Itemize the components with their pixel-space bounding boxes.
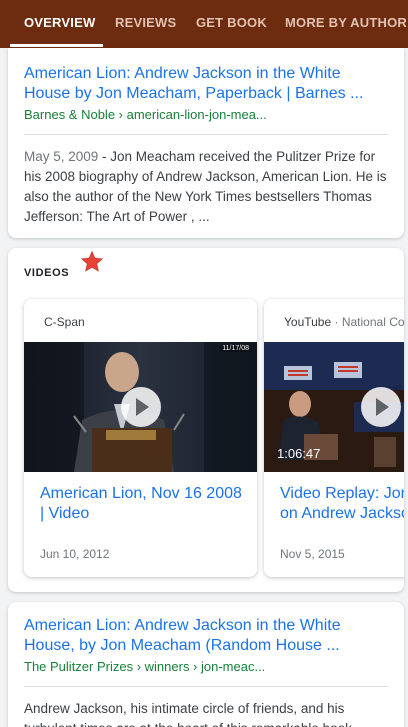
video-date: Jun 10, 2012 (40, 547, 110, 561)
active-tab-indicator (10, 44, 103, 47)
result-url[interactable]: Barnes & Noble › american-lion-jon-mea..… (24, 106, 388, 124)
video-source: YouTube · National Constitution Center (284, 315, 404, 329)
tab-overview[interactable]: OVERVIEW (24, 0, 95, 48)
divider (24, 134, 388, 135)
video-card[interactable]: C-Span 11/17/08 American Lion, Nov 16 20… (24, 299, 257, 577)
search-result-card: American Lion: Andrew Jackson in the Whi… (8, 48, 404, 238)
video-source-channel: National Constitution Center (341, 315, 404, 329)
result-title-link[interactable]: American Lion: Andrew Jackson in the Whi… (24, 64, 388, 104)
play-icon[interactable] (120, 387, 161, 427)
result-title-link[interactable]: American Lion: Andrew Jackson in the Whi… (24, 616, 388, 656)
tab-get-book[interactable]: GET BOOK (196, 0, 267, 48)
video-source-name: YouTube (284, 315, 332, 329)
result-snippet: Andrew Jackson, his intimate circle of f… (24, 701, 352, 727)
video-date: Nov 5, 2015 (280, 547, 345, 561)
star-icon (80, 250, 104, 272)
result-snippet: May 5, 2009 - Jon Meacham received the P… (24, 147, 388, 227)
video-source: C-Span (44, 315, 85, 329)
video-title[interactable]: American Lion, Nov 16 2008 | Video (40, 484, 245, 524)
video-duration: 1:06:47 (277, 446, 321, 461)
video-card[interactable]: YouTube · National Constitution Center 1 (264, 299, 404, 577)
video-thumbnail[interactable]: 11/17/08 (24, 342, 257, 472)
divider (24, 686, 388, 687)
tab-more-by-author[interactable]: MORE BY AUTHOR (285, 0, 407, 48)
videos-header: VIDEOS (24, 267, 70, 279)
video-title[interactable]: Video Replay: Jon Meacham on Andrew Jack… (280, 484, 404, 524)
tab-bar: OVERVIEW REVIEWS GET BOOK MORE BY AUTHOR (0, 0, 408, 48)
search-result-card: American Lion: Andrew Jackson in the Whi… (8, 602, 404, 727)
play-icon[interactable] (360, 387, 401, 427)
tab-reviews[interactable]: REVIEWS (115, 0, 176, 48)
result-date: May 5, 2009 (24, 149, 99, 164)
videos-card: VIDEOS C-Span 11/17/08 American Lion, No… (8, 248, 404, 592)
result-url[interactable]: The Pulitzer Prizes › winners › jon-meac… (24, 658, 388, 676)
video-thumbnail[interactable]: 1:06:47 (264, 342, 404, 472)
video-corner-timestamp: 11/17/08 (220, 345, 251, 352)
